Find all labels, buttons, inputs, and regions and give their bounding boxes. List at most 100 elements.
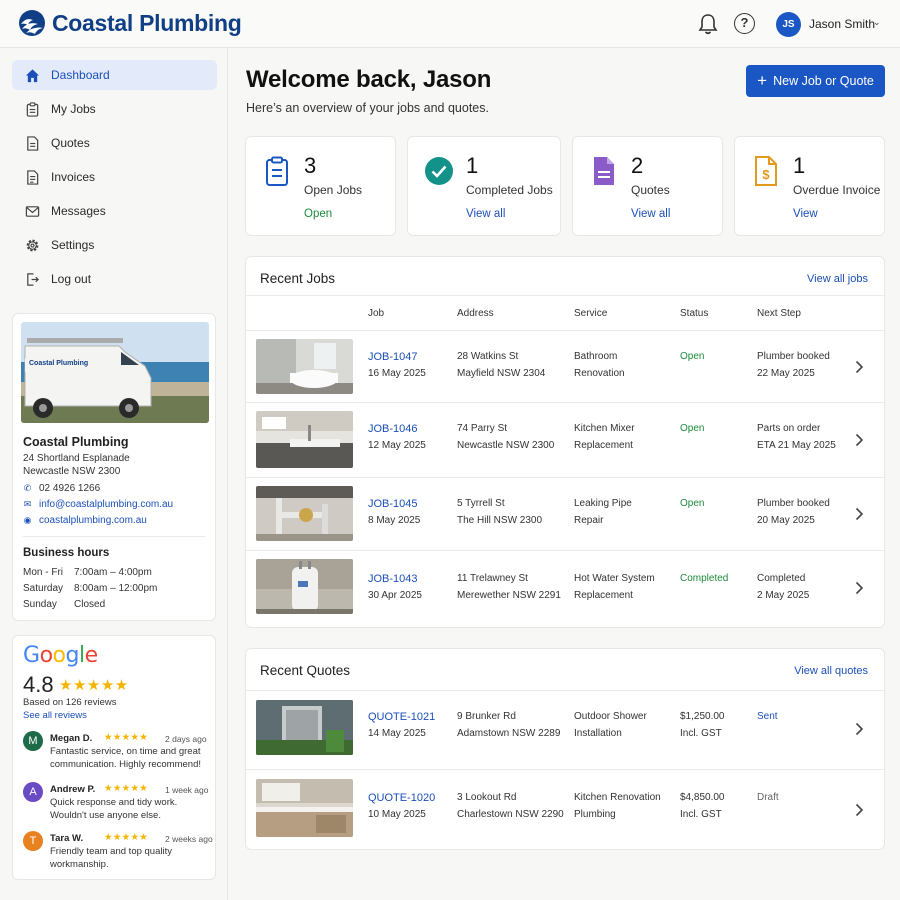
sidebar-item-messages[interactable]: Messages bbox=[12, 196, 217, 226]
address-cell: 5 Tyrrell St The Hill NSW 2300 bbox=[457, 496, 542, 529]
stat-link-view[interactable]: View bbox=[793, 208, 818, 220]
quote-id-cell[interactable]: QUOTE-1020 10 May 2025 bbox=[368, 790, 435, 823]
address-line2: Mayfield NSW 2304 bbox=[457, 367, 546, 379]
job-id-link[interactable]: JOB-1047 bbox=[368, 349, 426, 366]
job-id-cell[interactable]: JOB-1043 30 Apr 2025 bbox=[368, 571, 422, 604]
review-stars: ★★★★★ bbox=[104, 783, 149, 794]
table-row[interactable]: JOB-1043 30 Apr 2025 11 Trelawney St Merew… bbox=[246, 551, 884, 628]
mail-icon: ✉ bbox=[23, 499, 32, 509]
table-row[interactable]: QUOTE-1021 14 May 2025 9 Brunker Rd Adamst… bbox=[246, 690, 884, 770]
review-time: 2 days ago bbox=[165, 734, 207, 744]
gear-icon bbox=[26, 239, 39, 251]
chevron-right-icon[interactable] bbox=[855, 433, 864, 447]
stat-number: 1 bbox=[466, 153, 479, 178]
rating-value: 4.8 bbox=[23, 672, 54, 697]
recent-jobs-card: Recent Jobs View all jobs Job Address Se… bbox=[245, 256, 885, 628]
review-text: Fantastic service, on time and great com… bbox=[50, 746, 202, 770]
view-all-jobs-link[interactable]: View all jobs bbox=[807, 273, 868, 285]
stat-card-quotes[interactable]: 2 Quotes View all bbox=[572, 136, 723, 236]
job-id-cell[interactable]: JOB-1045 8 May 2025 bbox=[368, 496, 420, 529]
avatar[interactable]: JS bbox=[776, 12, 801, 37]
price-amount: $4,850.00 bbox=[680, 792, 725, 803]
job-id-link[interactable]: JOB-1043 bbox=[368, 571, 422, 588]
business-name: Coastal Plumbing bbox=[23, 435, 129, 449]
column-header: Next Step bbox=[757, 308, 801, 319]
sidebar-item-log-out[interactable]: Log out bbox=[12, 264, 217, 294]
next-step-cell: Completed 2 May 2025 bbox=[757, 571, 809, 604]
bell-icon[interactable] bbox=[698, 13, 718, 35]
sidebar-item-label: My Jobs bbox=[51, 102, 96, 116]
service-line1: Leaking Pipe bbox=[574, 498, 632, 509]
next-step-cell: Plumber booked 22 May 2025 bbox=[757, 349, 830, 382]
sidebar-item-label: Dashboard bbox=[51, 68, 110, 82]
table-row[interactable]: JOB-1046 12 May 2025 74 Parry St Newcastle… bbox=[246, 403, 884, 478]
job-date: 30 Apr 2025 bbox=[368, 589, 422, 601]
quote-id-link[interactable]: QUOTE-1020 bbox=[368, 790, 435, 807]
reviewer-name: Andrew P. bbox=[50, 784, 96, 795]
business-email[interactable]: ✉ info@coastalplumbing.com.au bbox=[23, 499, 173, 510]
status-badge: Completed bbox=[680, 573, 729, 584]
new-job-button-label: New Job or Quote bbox=[773, 74, 874, 88]
service-line1: Kitchen Renovation bbox=[574, 792, 661, 803]
stat-number: 1 bbox=[793, 153, 806, 178]
help-icon[interactable]: ? bbox=[734, 13, 755, 34]
table-row[interactable]: JOB-1047 16 May 2025 28 Watkins St Mayfiel… bbox=[246, 331, 884, 403]
service-line2: Replacement bbox=[574, 589, 633, 601]
next-step-line1: Plumber booked bbox=[757, 498, 830, 509]
service-cell: Hot Water System Replacement bbox=[574, 571, 655, 604]
business-website[interactable]: ◉ coastalplumbing.com.au bbox=[23, 515, 147, 526]
quote-date: 10 May 2025 bbox=[368, 808, 426, 820]
business-website-link[interactable]: coastalplumbing.com.au bbox=[39, 515, 147, 526]
sidebar-item-my-jobs[interactable]: My Jobs bbox=[12, 94, 217, 124]
stat-link-view-all[interactable]: View all bbox=[466, 208, 505, 220]
job-date: 8 May 2025 bbox=[368, 514, 421, 526]
status-badge: Draft bbox=[757, 792, 779, 803]
stat-link-open[interactable]: Open bbox=[304, 208, 332, 220]
chevron-right-icon[interactable] bbox=[855, 581, 864, 595]
page-subtitle: Here’s an overview of your jobs and quot… bbox=[246, 101, 489, 115]
job-id-link[interactable]: JOB-1046 bbox=[368, 421, 426, 438]
view-all-quotes-link[interactable]: View all quotes bbox=[794, 665, 868, 677]
quote-date: 14 May 2025 bbox=[368, 727, 426, 739]
see-all-reviews-link[interactable]: See all reviews bbox=[23, 710, 87, 721]
new-job-or-quote-button[interactable]: + New Job or Quote bbox=[746, 65, 885, 97]
quote-photo-outdoor-shower bbox=[256, 700, 353, 755]
sidebar-item-quotes[interactable]: Quotes bbox=[12, 128, 217, 158]
service-line2: Plumbing bbox=[574, 808, 616, 820]
stat-card-open-jobs[interactable]: 3 Open Jobs Open bbox=[245, 136, 396, 236]
chevron-down-icon[interactable]: ⌄ bbox=[873, 17, 881, 28]
rating-stars: ★★★★★ bbox=[59, 677, 129, 694]
user-name[interactable]: Jason Smith bbox=[809, 17, 875, 31]
chevron-right-icon[interactable] bbox=[855, 803, 864, 817]
stat-card-completed-jobs[interactable]: 1 Completed Jobs View all bbox=[407, 136, 561, 236]
job-id-cell[interactable]: JOB-1047 16 May 2025 bbox=[368, 349, 426, 382]
chevron-right-icon[interactable] bbox=[855, 722, 864, 736]
next-step-line2: 22 May 2025 bbox=[757, 367, 815, 379]
stat-card-overdue-invoice[interactable]: $ 1 Overdue Invoice View bbox=[734, 136, 885, 236]
job-id-cell[interactable]: JOB-1046 12 May 2025 bbox=[368, 421, 426, 454]
quote-id-link[interactable]: QUOTE-1021 bbox=[368, 709, 435, 726]
address-line2: The Hill NSW 2300 bbox=[457, 514, 543, 526]
business-email-link[interactable]: info@coastalplumbing.com.au bbox=[39, 499, 173, 510]
google-reviews-card: Google 4.8 ★★★★★ Based on 126 reviews Se… bbox=[12, 635, 216, 880]
status-badge: Open bbox=[680, 351, 705, 362]
sidebar-item-invoices[interactable]: Invoices bbox=[12, 162, 217, 192]
quote-id-cell[interactable]: QUOTE-1021 14 May 2025 bbox=[368, 709, 435, 742]
stat-label: Completed Jobs bbox=[466, 183, 553, 197]
chevron-right-icon[interactable] bbox=[855, 507, 864, 521]
table-row[interactable]: JOB-1045 8 May 2025 5 Tyrrell St The Hill … bbox=[246, 478, 884, 551]
business-phone[interactable]: ✆ 02 4926 1266 bbox=[23, 483, 100, 494]
table-row[interactable]: QUOTE-1020 10 May 2025 3 Lookout Rd Charle… bbox=[246, 770, 884, 850]
job-photo-hot-water bbox=[256, 559, 353, 614]
stat-number: 3 bbox=[304, 153, 317, 178]
brand-logo[interactable]: Coastal Plumbing bbox=[18, 9, 242, 37]
sidebar-item-settings[interactable]: Settings bbox=[12, 230, 217, 260]
job-date: 12 May 2025 bbox=[368, 439, 426, 451]
job-id-link[interactable]: JOB-1045 bbox=[368, 496, 420, 513]
service-cell: Outdoor Shower Installation bbox=[574, 709, 647, 742]
sidebar-item-dashboard[interactable]: Dashboard bbox=[12, 60, 217, 90]
stat-link-view-all[interactable]: View all bbox=[631, 208, 670, 220]
hours-time: 7:00am – 4:00pm bbox=[74, 567, 152, 578]
chevron-right-icon[interactable] bbox=[855, 360, 864, 374]
price-tax-note: Incl. GST bbox=[680, 808, 722, 820]
